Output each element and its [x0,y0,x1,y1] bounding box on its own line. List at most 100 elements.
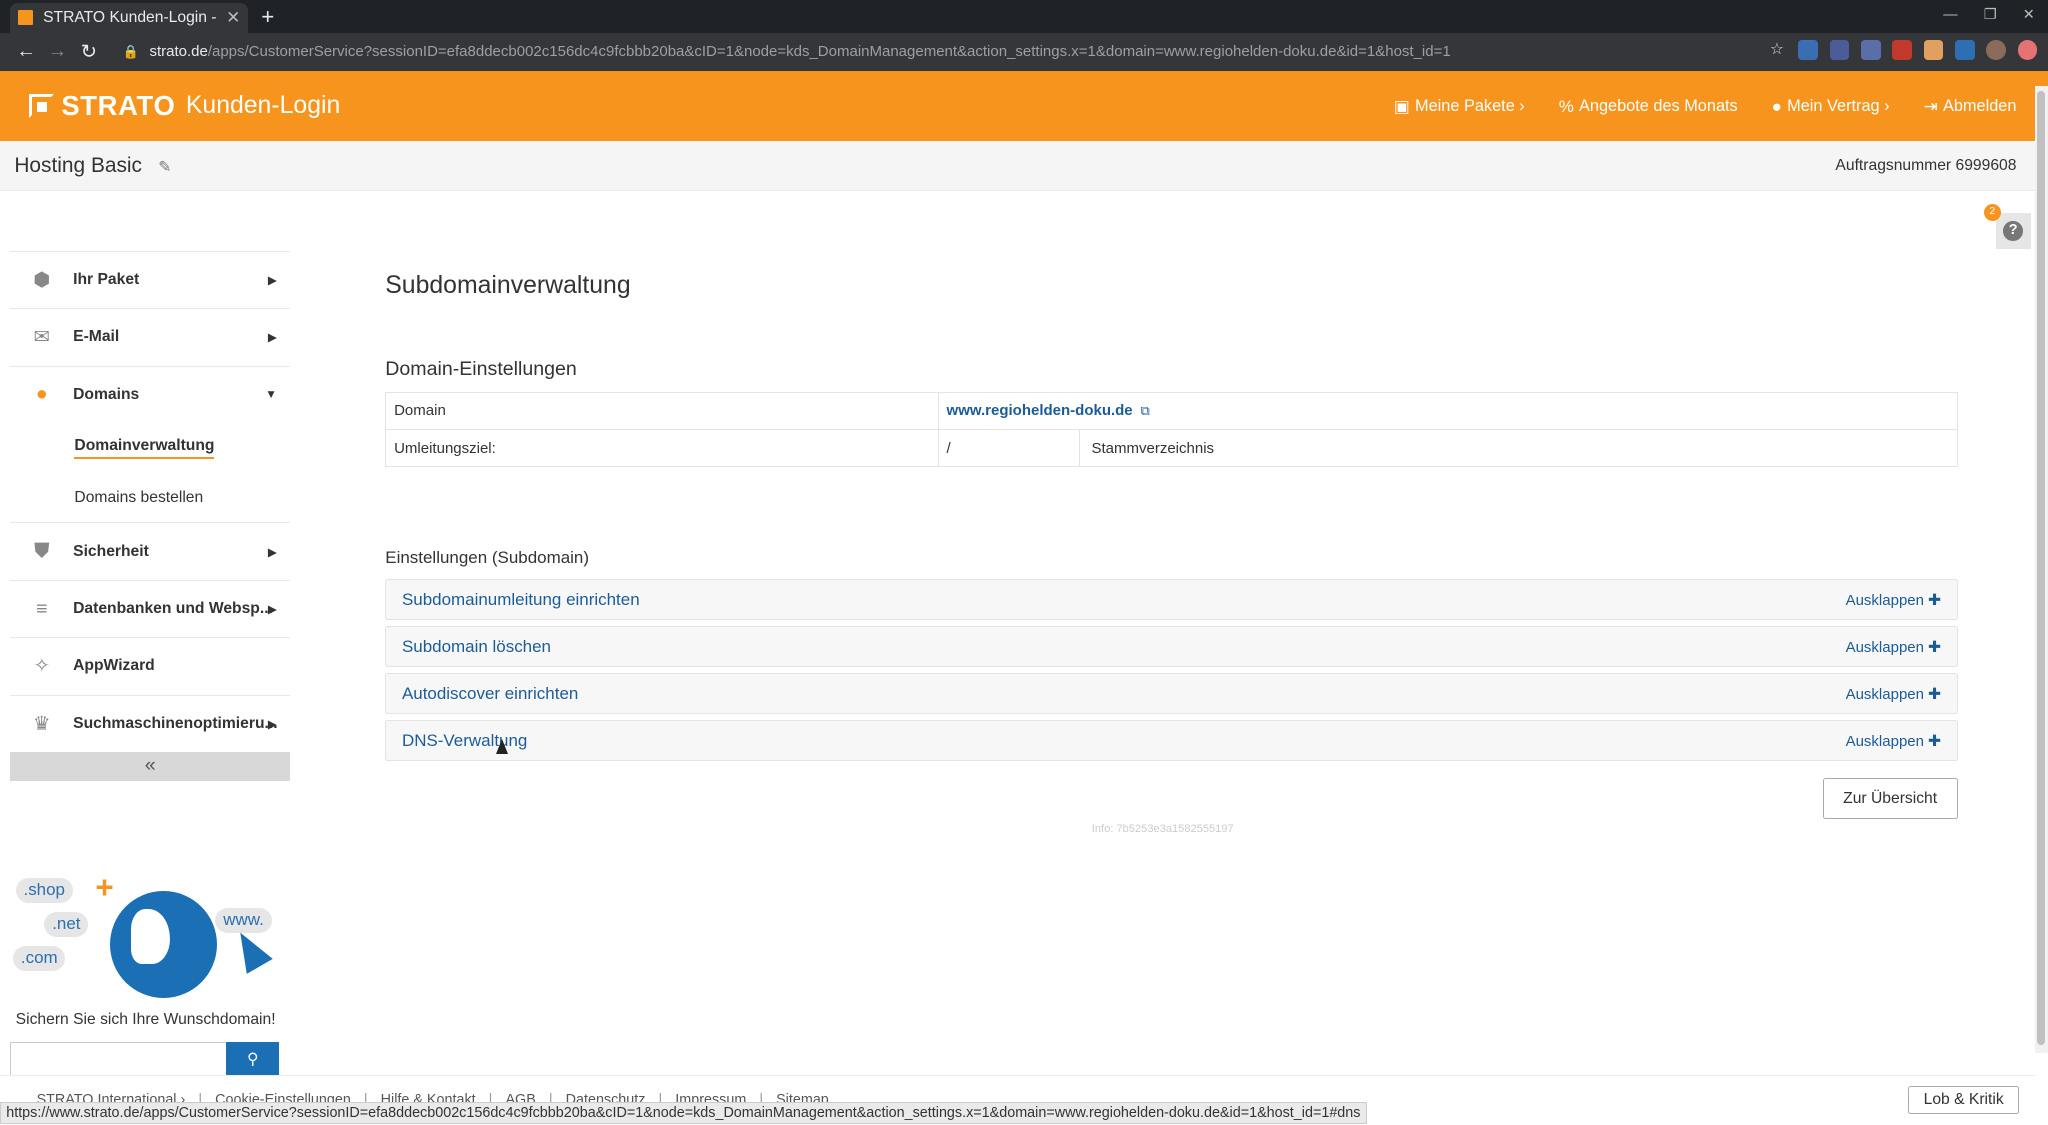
extension-icon[interactable] [1955,40,1975,61]
extension-shield-icon[interactable] [1798,40,1819,61]
accordion-subdomain-loeschen[interactable]: Subdomain löschen Ausklappen ✚ [385,625,1958,668]
accordion-title: DNS-Verwaltung [401,730,528,750]
domain-search-input[interactable] [10,1042,226,1077]
url-path: /apps/CustomerService?sessionID=efa8ddec… [207,43,1451,61]
plus-icon: ✚ [1927,591,1942,609]
notification-badge: 2 [1983,203,2001,221]
sidebar-item-label: AppWizard [73,657,155,675]
sidebar-item-appwizard[interactable]: ✧ AppWizard [10,637,290,694]
info-text: Info: 7b5253e3a1582555197 [1091,822,1234,835]
external-link-icon[interactable]: ⧉ [1140,403,1149,418]
tld-bubble: .com [13,945,66,971]
redirect-path: / [937,429,1080,468]
overview-button[interactable]: Zur Übersicht [1822,778,1958,820]
package-name-text: Hosting Basic [14,154,142,178]
extension-icon[interactable] [2017,40,2038,61]
database-icon: ≡ [36,597,48,620]
bookmark-star-icon[interactable]: ☆ [1767,40,1787,60]
sidebar-collapse-button[interactable]: « [10,752,290,781]
expand-link[interactable]: Ausklappen ✚ [1846,590,1941,610]
sidebar-item-seo[interactable]: ♛ Suchmaschinenoptimieru... ▶ [10,694,290,752]
main-content: Subdomainverwaltung Domain-Einstellungen… [385,271,1958,835]
nav-label: Angebote des Monats [1579,97,1738,116]
question-icon: ? [2003,221,2023,241]
sidebar: ⬢ Ihr Paket ▶ ✉ E-Mail ▶ ● Domains ▼ Dom… [10,250,290,781]
caret-right-icon: ▶ [267,603,277,617]
back-icon[interactable]: ← [10,40,41,63]
extension-icon[interactable] [1861,40,1881,61]
extension-icon[interactable] [1923,40,1944,61]
browser-tab[interactable]: STRATO Kunden-Login - D ✕ [10,2,249,33]
expand-link[interactable]: Ausklappen ✚ [1846,637,1941,657]
sidebar-item-ihr-paket[interactable]: ⬢ Ihr Paket ▶ [10,250,290,308]
minimize-icon[interactable]: — [1943,7,1957,23]
accordion-subdomainumleitung[interactable]: Subdomainumleitung einrichten Ausklappen… [385,578,1958,621]
url-host: strato.de [149,43,208,61]
expand-label: Ausklappen [1845,685,1924,703]
sidebar-subitem-domains-bestellen[interactable]: Domains bestellen [10,473,289,523]
sidebar-item-label: Ihr Paket [73,270,140,288]
edit-pencil-icon[interactable]: ✎ [158,159,171,176]
logout-icon: ⇥ [1923,96,1938,116]
expand-link[interactable]: Ausklappen ✚ [1846,731,1941,751]
sidebar-item-datenbanken[interactable]: ≡ Datenbanken und Websp... ▶ [10,579,290,637]
sidebar-subitem-label: Domainverwaltung [74,437,215,460]
nav-label: Meine Pakete › [1415,97,1525,116]
nav-abmelden[interactable]: ⇥ Abmelden [1924,97,2017,117]
new-tab-button[interactable]: + [261,4,274,30]
globe-icon: ● [35,383,48,406]
profile-avatar-icon[interactable] [1986,40,2007,61]
accordion-dns-verwaltung[interactable]: DNS-Verwaltung Ausklappen ✚ [385,719,1958,762]
extension-icon[interactable] [1829,40,1850,61]
scrollbar-thumb[interactable] [2037,91,2046,1045]
reload-icon[interactable]: ↻ [73,40,104,64]
close-window-icon[interactable]: ✕ [2023,7,2035,23]
sidebar-item-email[interactable]: ✉ E-Mail ▶ [10,308,290,365]
domain-link[interactable]: www.regiohelden-doku.de [947,402,1133,419]
plus-icon: ✚ [1927,685,1942,703]
domain-value-cell: www.regiohelden-doku.de ⧉ [937,391,1958,431]
page-title: Subdomainverwaltung [385,271,631,299]
expand-label: Ausklappen [1845,638,1924,656]
accordion-title: Subdomain löschen [401,636,551,656]
nav-angebote[interactable]: % Angebote des Monats [1559,97,1738,117]
globe-illustration [109,890,217,998]
sidebar-item-label: Datenbanken und Websp... [73,600,273,618]
forward-icon[interactable]: → [42,40,73,63]
tld-bubble: .net [44,911,89,937]
sidebar-subitem-label: Domains bestellen [74,488,204,506]
percent-icon: % [1558,96,1574,116]
sidebar-item-domains[interactable]: ● Domains ▼ [10,365,290,423]
envelope-icon: ✉ [33,326,50,349]
accordion-autodiscover[interactable]: Autodiscover einrichten Ausklappen ✚ [385,672,1958,715]
address-bar: ← → ↻ 🔒 strato.de /apps/CustomerService?… [0,32,2048,71]
url-field[interactable]: 🔒 strato.de /apps/CustomerService?sessio… [123,43,1451,60]
plus-icon: ✚ [1927,732,1942,750]
sidebar-item-sicherheit[interactable]: ⛊ Sicherheit ▶ [10,522,290,579]
search-icon[interactable]: ⚲ [225,1042,280,1077]
domain-label: Domain [385,391,939,431]
top-navigation: ▣ Meine Pakete › % Angebote des Monats ● Me… [1394,97,2017,117]
caret-down-icon: ▼ [265,388,277,402]
table-row: Umleitungsziel: / Stammverzeichnis [385,429,1958,468]
table-row: Domain www.regiohelden-doku.de ⧉ [385,391,1958,431]
nav-label: Abmelden [1942,97,2017,116]
feedback-button[interactable]: Lob & Kritik [1908,1086,2020,1115]
caret-right-icon: ▶ [267,331,277,345]
tab-close-icon[interactable]: ✕ [226,8,240,28]
brand-subtitle: Kunden-Login [185,92,341,120]
window-controls: — ❐ ✕ [1943,7,2035,23]
nav-meine-pakete[interactable]: ▣ Meine Pakete › [1394,97,1525,117]
help-button[interactable]: 2 ? [1983,203,2031,250]
restore-icon[interactable]: ❐ [1984,7,1997,23]
sidebar-item-label: Suchmaschinenoptimieru... [73,714,278,732]
caret-right-icon: ▶ [267,273,277,287]
expand-link[interactable]: Ausklappen ✚ [1846,684,1941,704]
sidebar-subitem-domainverwaltung[interactable]: Domainverwaltung [10,423,289,473]
nav-mein-vertrag[interactable]: ● Mein Vertrag › [1772,97,1890,117]
accordion-title: Subdomainumleitung einrichten [401,589,640,609]
extension-icon[interactable] [1892,40,1913,61]
strato-logo[interactable]: STRATO Kunden-Login [28,90,341,122]
nav-label: Mein Vertrag › [1787,97,1890,116]
user-icon: ● [1771,96,1782,116]
